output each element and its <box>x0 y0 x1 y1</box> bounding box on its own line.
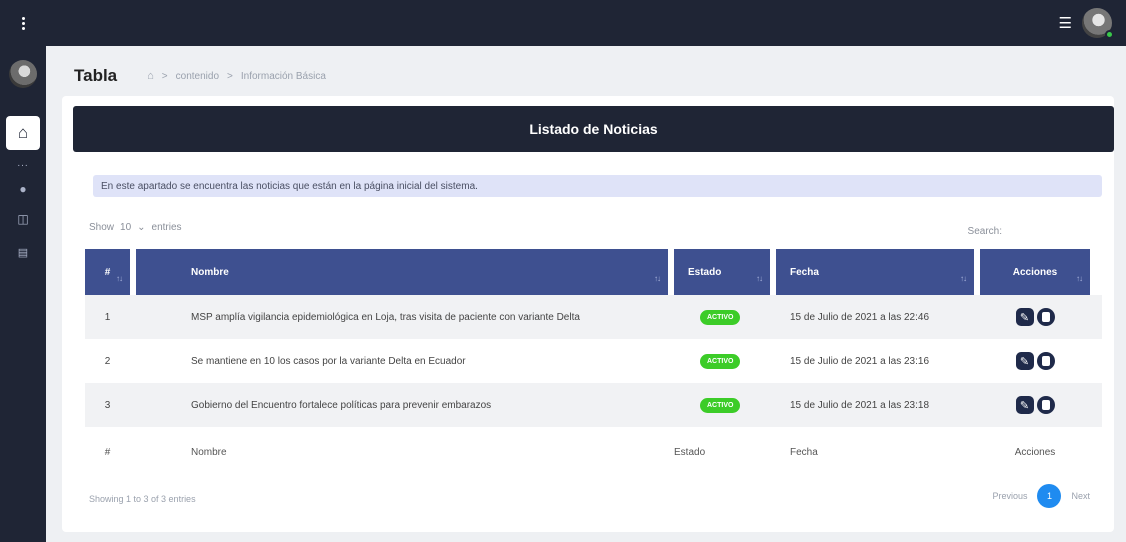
breadcrumb-item: Información Básica <box>240 70 326 82</box>
table-row: 3 Gobierno del Encuentro fortalece polít… <box>85 383 1102 427</box>
entries-select[interactable]: 10 <box>120 222 131 233</box>
sort-icon: ↑↓ <box>960 274 967 283</box>
search-input[interactable] <box>1008 222 1094 240</box>
sort-icon: ↑↓ <box>1076 274 1083 283</box>
row-number: 1 <box>104 311 111 323</box>
edit-icon[interactable]: ✎ <box>1015 396 1034 414</box>
footer-acciones: Acciones <box>1014 446 1056 458</box>
entries-label: entries <box>151 222 182 233</box>
entries-length-control: Show 10 ⌄ entries <box>89 222 182 233</box>
row-nombre: Gobierno del Encuentro fortalece polític… <box>191 399 492 411</box>
footer-fecha: Fecha <box>790 446 818 458</box>
row-nombre: Se mantiene en 10 los casos por la varia… <box>191 355 466 367</box>
chevron-right-icon: > <box>227 70 233 82</box>
table-header: # ↑↓ Nombre ↑↓ Estado ↑↓ Fecha ↑↓ Acciones ↑↓ <box>85 249 1102 295</box>
search-control: Search: <box>968 222 1094 240</box>
chevron-right-icon: > <box>161 70 168 82</box>
user-icon[interactable]: ● <box>0 182 46 196</box>
edit-icon[interactable]: ✎ <box>1015 352 1034 370</box>
pagination: Previous 1 Next <box>992 484 1090 508</box>
status-badge: ACTIVO <box>700 309 741 325</box>
row-number: 2 <box>104 355 111 367</box>
next-button[interactable]: Next <box>1071 491 1090 501</box>
news-table: # ↑↓ Nombre ↑↓ Estado ↑↓ Fecha ↑↓ Acciones ↑↓… <box>85 249 1102 477</box>
sort-icon: ↑↓ <box>654 274 661 283</box>
status-badge: ACTIVO <box>700 353 741 369</box>
more-icon: ... <box>17 158 29 169</box>
sidebar-avatar[interactable] <box>9 60 37 88</box>
column-header-estado[interactable]: Estado ↑↓ <box>674 249 770 295</box>
chart-icon[interactable]: ▤ <box>0 246 46 259</box>
delete-icon[interactable] <box>1036 308 1055 326</box>
info-alert: En este apartado se encuentra las notici… <box>93 175 1102 197</box>
status-badge: ACTIVO <box>700 397 741 413</box>
sidebar: ⌂ ... ● ◫ ▤ <box>0 0 46 542</box>
page-title: Tabla <box>74 66 118 85</box>
online-status-dot <box>1105 30 1114 39</box>
sort-icon: ↑↓ <box>116 274 123 283</box>
table-row: 1 MSP amplía vigilancia epidemiológica e… <box>85 295 1102 339</box>
entries-info: Showing 1 to 3 of 3 entries <box>89 494 196 504</box>
home-icon[interactable]: ⌂ <box>6 116 40 150</box>
footer-nombre: Nombre <box>191 446 227 458</box>
search-label: Search: <box>967 225 1002 237</box>
column-header-num[interactable]: # ↑↓ <box>85 249 130 295</box>
sort-icon: ↑↓ <box>756 274 763 283</box>
chevron-down-icon[interactable]: ⌄ <box>137 222 145 233</box>
table-footer: # Nombre Estado Fecha Acciones <box>85 427 1102 477</box>
row-nombre: MSP amplía vigilancia epidemiológica en … <box>191 311 580 323</box>
page-button-current[interactable]: 1 <box>1037 484 1062 508</box>
edit-icon[interactable]: ✎ <box>1015 308 1034 326</box>
news-card: Listado de Noticias En este apartado se … <box>62 96 1114 532</box>
breadcrumb-item[interactable]: contenido <box>176 71 219 82</box>
row-fecha: 15 de Julio de 2021 a las 22:46 <box>790 311 929 323</box>
database-icon[interactable]: ◫ <box>0 212 46 226</box>
previous-button[interactable]: Previous <box>992 491 1027 501</box>
table-row: 2 Se mantiene en 10 los casos por la var… <box>85 339 1102 383</box>
column-header-acciones[interactable]: Acciones ↑↓ <box>980 249 1090 295</box>
footer-estado: Estado <box>674 446 706 458</box>
delete-icon[interactable] <box>1036 352 1055 370</box>
card-title: Listado de Noticias <box>73 106 1114 152</box>
list-icon[interactable]: ☰ <box>1059 14 1072 32</box>
footer-num: # <box>104 446 111 458</box>
row-fecha: 15 de Julio de 2021 a las 23:18 <box>790 399 929 411</box>
breadcrumb-home-icon[interactable]: ⌂ <box>147 70 154 82</box>
menu-dots-icon[interactable] <box>0 0 46 46</box>
row-fecha: 15 de Julio de 2021 a las 23:16 <box>790 355 929 367</box>
show-label: Show <box>89 222 115 233</box>
breadcrumb: Tabla ⌂ > contenido > Información Básica <box>74 66 326 86</box>
column-header-fecha[interactable]: Fecha ↑↓ <box>776 249 974 295</box>
column-header-nombre[interactable]: Nombre ↑↓ <box>136 249 668 295</box>
row-number: 3 <box>104 399 111 411</box>
delete-icon[interactable] <box>1036 396 1055 414</box>
topbar: ☰ <box>46 0 1126 46</box>
